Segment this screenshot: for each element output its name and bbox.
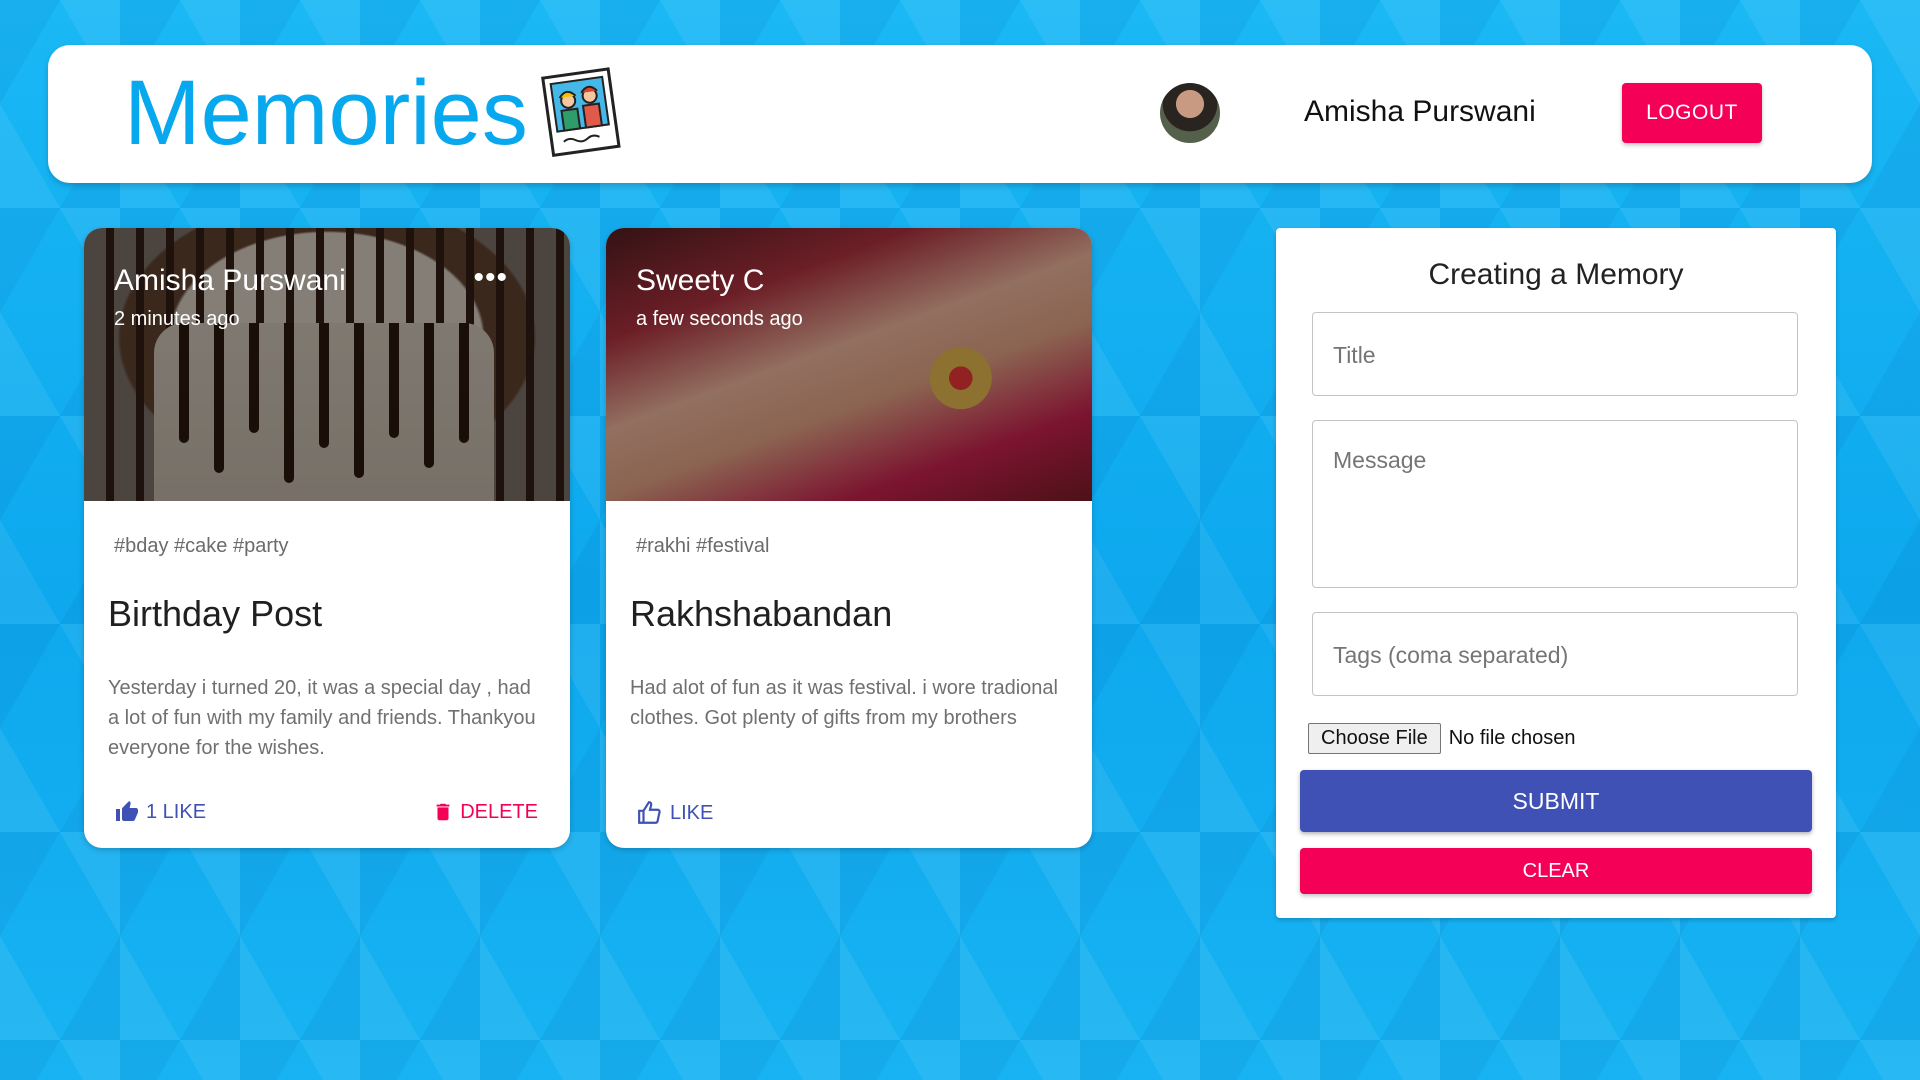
trash-icon bbox=[436, 803, 450, 821]
post-author: Sweety C bbox=[636, 264, 765, 297]
logout-button[interactable]: LOGOUT bbox=[1622, 83, 1762, 143]
post-title: Birthday Post bbox=[108, 593, 323, 634]
clear-button[interactable]: CLEAR bbox=[1300, 848, 1812, 894]
thumb-up-icon bbox=[116, 801, 138, 821]
more-options-icon[interactable]: ••• bbox=[473, 263, 508, 293]
thumb-up-outline-icon bbox=[638, 801, 661, 824]
delete-label: DELETE bbox=[460, 800, 538, 823]
like-label: LIKE bbox=[670, 801, 714, 824]
avatar[interactable] bbox=[1160, 83, 1220, 143]
like-button[interactable]: 1 LIKE bbox=[114, 800, 206, 824]
file-status: No file chosen bbox=[1448, 727, 1576, 749]
form-heading: Creating a Memory bbox=[1428, 258, 1684, 291]
post-author: Amisha Purswani bbox=[114, 264, 346, 297]
post-image: Amisha Purswani 2 minutes ago ••• bbox=[84, 228, 570, 501]
post-card: Amisha Purswani 2 minutes ago ••• #bday … bbox=[84, 228, 570, 848]
submit-button[interactable]: SUBMIT bbox=[1300, 770, 1812, 832]
create-memory-form: Creating a Memory Title Message Tags (co… bbox=[1276, 228, 1836, 918]
app-bar: Memories Amisha Purswani LOGOUT bbox=[48, 45, 1872, 183]
like-label: 1 LIKE bbox=[146, 800, 207, 823]
tags-input[interactable]: Tags (coma separated) bbox=[1312, 612, 1798, 696]
post-image: Sweety C a few seconds ago bbox=[606, 228, 1092, 501]
post-tags: #rakhi #festival bbox=[636, 535, 770, 557]
brand-title[interactable]: Memories bbox=[124, 63, 528, 163]
post-title: Rakhshabandan bbox=[630, 593, 893, 634]
post-message: Had alot of fun as it was festival. i wo… bbox=[630, 677, 1058, 729]
post-time: 2 minutes ago bbox=[114, 308, 240, 330]
photo-memories-icon bbox=[541, 67, 621, 158]
delete-button[interactable]: DELETE bbox=[432, 800, 538, 824]
post-message: Yesterday i turned 20, it was a special … bbox=[108, 677, 536, 759]
choose-file-button[interactable]: Choose File bbox=[1308, 723, 1441, 754]
like-button[interactable]: LIKE bbox=[636, 800, 713, 826]
user-name: Amisha Purswani bbox=[1304, 95, 1536, 128]
post-time: a few seconds ago bbox=[636, 308, 803, 330]
file-input: Choose File No file chosen bbox=[1308, 723, 1575, 754]
post-card: Sweety C a few seconds ago #rakhi #festi… bbox=[606, 228, 1092, 848]
post-tags: #bday #cake #party bbox=[114, 535, 289, 557]
title-input[interactable]: Title bbox=[1312, 312, 1798, 396]
message-input[interactable]: Message bbox=[1312, 420, 1798, 588]
